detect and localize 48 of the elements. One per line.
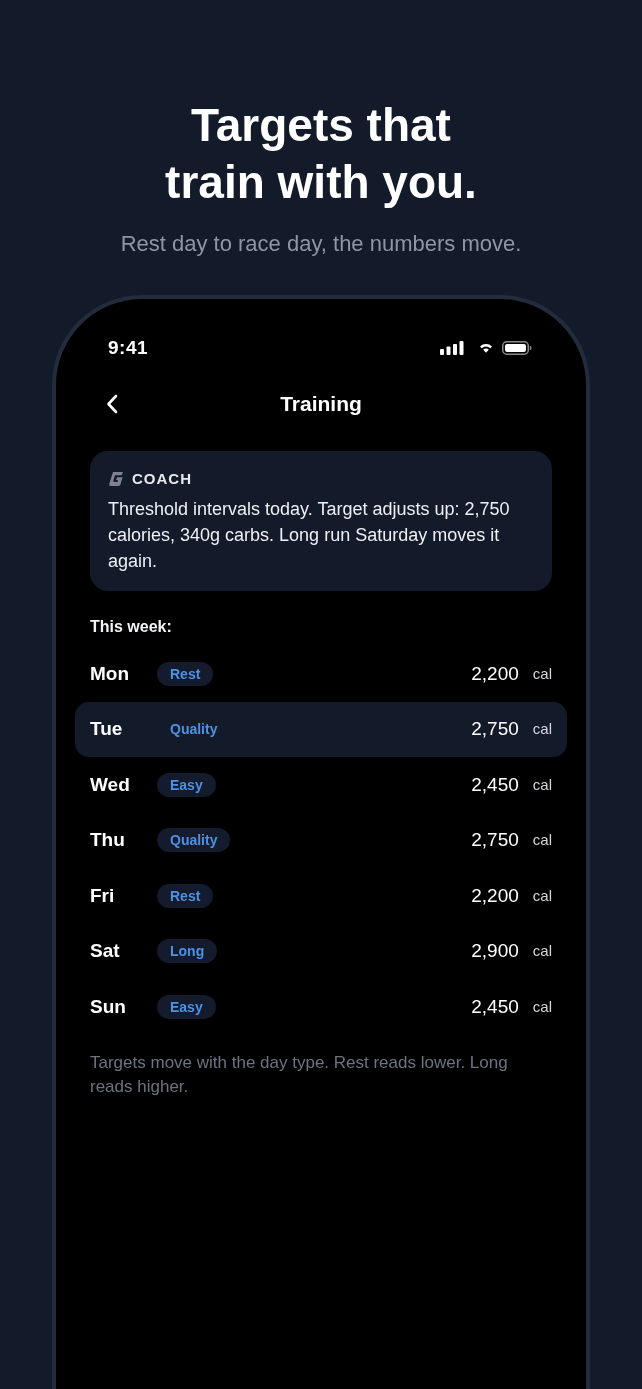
coach-logo-icon: [108, 471, 124, 487]
unit-label: cal: [532, 996, 552, 1017]
day-row[interactable]: Mon Rest 2,200 cal: [75, 646, 567, 702]
unit-label: cal: [532, 885, 552, 906]
footnote: Targets move with the day type. Rest reads lower. Long reads higher.: [90, 1051, 509, 1098]
unit-label: cal: [532, 719, 552, 740]
day-type-badge: Easy: [157, 772, 216, 797]
calorie-value: 2,200: [471, 661, 519, 686]
unit-label: cal: [532, 830, 552, 851]
section-heading: This week:: [90, 617, 173, 637]
day-type-badge: Easy: [157, 994, 216, 1019]
day-label: Wed: [90, 772, 131, 797]
day-row[interactable]: Fri Rest 2,200 cal: [75, 868, 567, 924]
day-label: Tue: [90, 717, 124, 742]
calorie-value: 2,750: [471, 717, 519, 742]
coach-label: COACH: [132, 469, 192, 489]
calorie-value: 2,200: [471, 883, 519, 908]
back-button[interactable]: [104, 392, 120, 416]
coach-message: Threshold intervals today. Target adjusts up: 2,750 calories, 340g carbs. Long run Saturday moves it again.: [108, 498, 511, 573]
day-label: Fri: [90, 883, 116, 908]
day-row[interactable]: Thu Quality 2,750 cal: [75, 812, 567, 868]
calorie-value: 2,900: [471, 939, 519, 964]
day-type-badge: Long: [157, 939, 218, 964]
day-label: Thu: [90, 828, 126, 853]
status-time: 9:41: [108, 337, 149, 359]
unit-label: cal: [532, 941, 552, 962]
battery-icon: [502, 341, 532, 355]
calorie-value: 2,450: [471, 994, 519, 1019]
unit-label: cal: [532, 663, 552, 684]
day-label: Mon: [90, 661, 131, 686]
unit-label: cal: [532, 774, 552, 795]
wifi-icon: [479, 343, 493, 353]
headline: Targets that train with you.: [164, 98, 478, 210]
calorie-value: 2,750: [471, 828, 519, 853]
signal-icon: [440, 341, 464, 355]
screen-title: Training: [280, 391, 362, 417]
day-row[interactable]: Sat Long 2,900 cal: [75, 923, 567, 979]
day-type-badge: Quality: [157, 828, 231, 853]
subtitle: Rest day to race day, the numbers move.: [120, 230, 522, 258]
back-chevron-icon: [106, 394, 118, 414]
calorie-value: 2,450: [471, 772, 519, 797]
day-type-badge: Rest: [157, 883, 214, 908]
day-type-badge: Rest: [157, 661, 214, 686]
day-label: Sat: [90, 939, 121, 964]
day-row[interactable]: Wed Easy 2,450 cal: [75, 757, 567, 813]
day-row[interactable]: Tue Quality 2,750 cal: [75, 701, 567, 757]
day-row[interactable]: Sun Easy 2,450 cal: [75, 979, 567, 1035]
day-label: Sun: [90, 994, 127, 1019]
